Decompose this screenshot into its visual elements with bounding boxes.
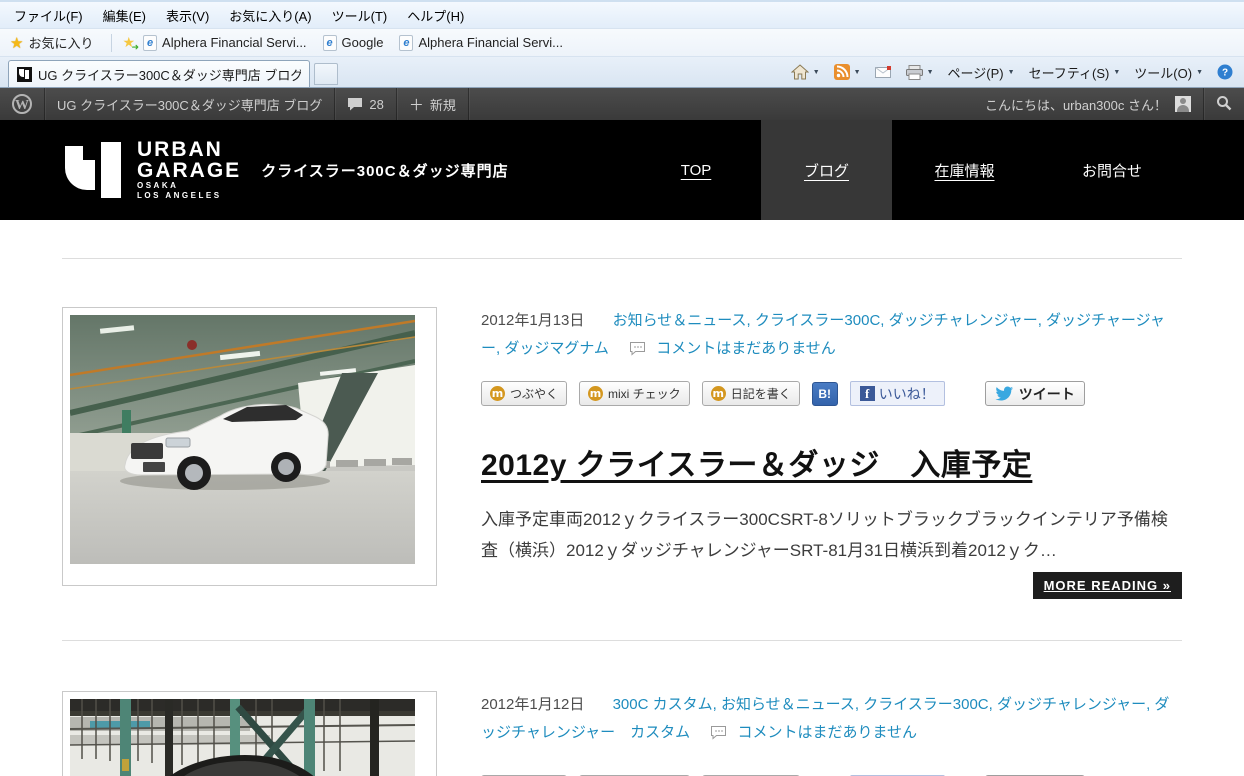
tools-menu-button[interactable]: ツール(O)▼ (1127, 57, 1210, 87)
browser-menu-bar: ファイル(F) 編集(E) 表示(V) お気に入り(A) ツール(T) ヘルプ(… (0, 0, 1244, 29)
printer-icon (906, 65, 923, 80)
comment-bubble-icon (347, 97, 363, 111)
post-2-thumbnail[interactable] (62, 691, 437, 776)
post-1-thumbnail[interactable] (62, 307, 437, 586)
home-icon (791, 64, 809, 80)
search-icon (1216, 95, 1232, 114)
post-1-excerpt: 入庫予定車両2012ｙクライスラー300CSRT-8ソリットブラックブラックイン… (481, 504, 1182, 567)
menu-edit[interactable]: 編集(E) (93, 2, 156, 29)
tweet-button[interactable]: ツイート (985, 381, 1085, 406)
safety-menu-button[interactable]: セーフティ(S)▼ (1022, 57, 1128, 87)
menu-view[interactable]: 表示(V) (156, 2, 219, 29)
blog-post-1: 2012年1月13日 お知らせ＆ニュース, クライスラー300C, ダッジチャレ… (62, 258, 1182, 640)
post-comments-link[interactable]: コメントはまだありません (629, 340, 836, 357)
plus-icon: ＋ (409, 94, 424, 115)
urban-garage-logo-icon (65, 142, 123, 198)
help-icon: ? (1217, 64, 1233, 80)
menu-tools[interactable]: ツール(T) (322, 2, 398, 29)
post-2-meta: 2012年1月12日 300C カスタム, お知らせ＆ニュース, クライスラー3… (481, 691, 1182, 747)
site-logo[interactable]: URBAN GARAGE OSAKA LOS ANGELES クライスラー300… (65, 120, 509, 220)
mail-icon (875, 66, 892, 79)
site-tagline: クライスラー300C＆ダッジ専門店 (261, 160, 508, 181)
post-1-social-buttons: mつぶやく mmixi チェック m日記を書く B! fいいね！ ツイート (481, 381, 1182, 407)
favorites-bar: ★ お気に入り ★➜ e Alphera Financial Servi... … (0, 29, 1244, 57)
nav-item-top[interactable]: TOP (631, 120, 761, 220)
divider (468, 88, 469, 120)
mixi-check-button[interactable]: mmixi チェック (579, 381, 690, 406)
logo-text-urban: URBAN (137, 139, 241, 160)
svg-text:?: ? (1222, 68, 1228, 79)
home-button[interactable]: ▼ (784, 57, 827, 87)
tab-title: UG クライスラー300C＆ダッジ専門店 ブログ |... (38, 65, 301, 84)
hatena-bookmark-button[interactable]: B! (812, 382, 838, 406)
main-nav: TOP ブログ 在庫情報 お問合せ (631, 120, 1187, 220)
admin-new-button[interactable]: ＋ 新規 (397, 88, 468, 120)
read-mail-button[interactable] (868, 57, 899, 87)
admin-site-title[interactable]: UG クライスラー300C＆ダッジ専門店 ブログ (45, 88, 334, 120)
comment-bubble-icon (629, 341, 646, 356)
mixi-diary-button[interactable]: m日記を書く (702, 381, 800, 406)
print-button[interactable]: ▼ (899, 57, 941, 87)
menu-file[interactable]: ファイル(F) (4, 2, 93, 29)
favorites-button[interactable]: お気に入り (28, 33, 93, 52)
garage-photo-dark-car (70, 699, 415, 776)
wp-admin-bar: W UG クライスラー300C＆ダッジ専門店 ブログ 28 ＋ 新規 こんにちは… (0, 88, 1244, 120)
site-favicon (17, 67, 32, 82)
garage-photo-white-chrysler (70, 315, 415, 564)
admin-search-button[interactable] (1204, 88, 1244, 120)
favorite-link-1[interactable]: e Alphera Financial Servi... (143, 35, 307, 51)
browser-tab[interactable]: UG クライスラー300C＆ダッジ専門店 ブログ |... (8, 60, 310, 87)
mixi-icon: m (588, 386, 603, 401)
favorite-link-3[interactable]: e Alphera Financial Servi... (399, 35, 563, 51)
post-1-title[interactable]: 2012y クライスラー＆ダッジ 入庫予定 (481, 440, 1182, 484)
menu-favorites[interactable]: お気に入り(A) (219, 2, 321, 29)
wp-logo-button[interactable]: W (0, 88, 44, 120)
menu-help[interactable]: ヘルプ(H) (397, 2, 474, 29)
blog-content: 2012年1月13日 お知らせ＆ニュース, クライスラー300C, ダッジチャレ… (62, 258, 1182, 776)
rss-button[interactable]: ▼ (827, 57, 868, 87)
twitter-icon (995, 386, 1014, 401)
site-header: URBAN GARAGE OSAKA LOS ANGELES クライスラー300… (0, 120, 1244, 220)
admin-bar-right: こんにちは、urban300c さん！ (973, 88, 1244, 120)
add-favorite-icon[interactable]: ★➜ (122, 34, 135, 51)
ie-page-icon: e (143, 35, 157, 51)
logo-text-garage: GARAGE (137, 160, 241, 181)
facebook-icon: f (860, 386, 875, 401)
avatar (1175, 96, 1191, 112)
nav-item-blog[interactable]: ブログ (761, 120, 892, 220)
page-menu-button[interactable]: ページ(P)▼ (941, 57, 1022, 87)
mixi-tsubuyaku-button[interactable]: mつぶやく (481, 381, 567, 406)
facebook-like-button[interactable]: fいいね！ (850, 381, 945, 406)
post-date: 2012年1月13日 (481, 312, 584, 329)
logo-text-losangeles: LOS ANGELES (137, 191, 241, 201)
admin-comments-button[interactable]: 28 (335, 88, 395, 120)
ie-page-icon: e (323, 35, 337, 51)
post-1-meta: 2012年1月13日 お知らせ＆ニュース, クライスラー300C, ダッジチャレ… (481, 307, 1182, 363)
post-date: 2012年1月12日 (481, 696, 584, 713)
ie-page-icon: e (399, 35, 413, 51)
nav-item-stock[interactable]: 在庫情報 (892, 120, 1037, 220)
mixi-icon: m (490, 386, 505, 401)
comment-bubble-icon (710, 725, 727, 740)
post-comments-link[interactable]: コメントはまだありません (710, 724, 917, 741)
blog-post-2: 2012年1月12日 300C カスタム, お知らせ＆ニュース, クライスラー3… (62, 640, 1182, 776)
new-tab-button[interactable] (314, 63, 338, 85)
nav-item-contact[interactable]: お問合せ (1037, 120, 1187, 220)
command-bar: ▼ ▼ ▼ ページ(P)▼ セーフティ(S)▼ ツール(O)▼ (784, 57, 1244, 87)
divider (111, 34, 112, 52)
wordpress-logo-icon: W (12, 94, 32, 114)
logo-text-osaka: OSAKA (137, 181, 241, 191)
tab-bar: UG クライスラー300C＆ダッジ専門店 ブログ |... ▼ ▼ ▼ ページ(… (0, 57, 1244, 88)
mixi-icon: m (711, 386, 726, 401)
favorites-star-icon: ★ (10, 34, 23, 52)
admin-account-button[interactable]: こんにちは、urban300c さん！ (973, 88, 1203, 120)
post-1-more-button[interactable]: MORE READING » (1033, 572, 1182, 599)
favorite-link-2[interactable]: e Google (323, 35, 384, 51)
rss-icon (834, 64, 850, 80)
help-button[interactable]: ? (1210, 57, 1240, 87)
